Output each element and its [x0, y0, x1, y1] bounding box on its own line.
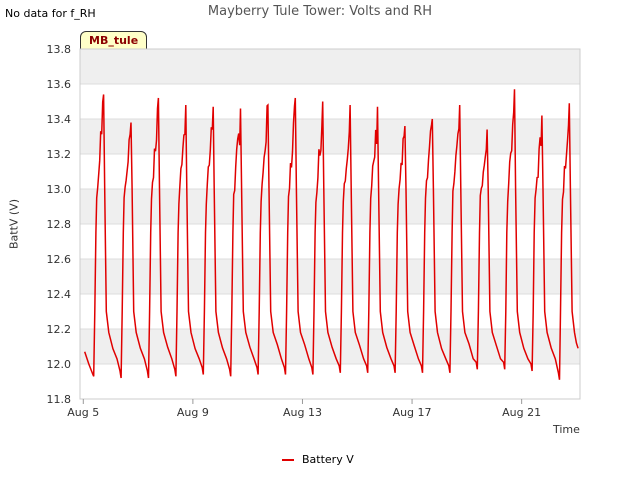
background-band: [80, 49, 580, 84]
y-tick-label: 13.6: [47, 78, 72, 91]
y-tick-label: 12.4: [47, 288, 72, 301]
y-tick-label: 13.2: [47, 148, 72, 161]
y-tick-label: 13.8: [47, 43, 72, 56]
legend-label: Battery V: [302, 453, 354, 466]
y-tick-label: 12.8: [47, 218, 72, 231]
background-band: [80, 189, 580, 224]
line-chart: 11.8 12.0 12.2 12.4 12.6 12.8 13.0 13.2 13.4 13.6…: [47, 43, 581, 419]
background-band: [80, 259, 580, 294]
x-tick-label: Aug 17: [393, 406, 432, 419]
y-tick-label: 12.0: [47, 358, 72, 371]
x-tick-label: Aug 5: [67, 406, 99, 419]
legend-swatch: [282, 458, 294, 461]
y-tick-label: 13.4: [47, 113, 72, 126]
y-tick-label: 12.2: [47, 323, 72, 336]
y-tick-label: 13.0: [47, 183, 72, 196]
y-tick-label: 11.8: [47, 393, 72, 406]
y-axis-ticks: 11.8 12.0 12.2 12.4 12.6 12.8 13.0 13.2 13.4 13.6…: [47, 43, 72, 406]
y-tick-label: 12.6: [47, 253, 72, 266]
legend: Battery V: [282, 453, 354, 466]
x-tick-label: Aug 21: [502, 406, 541, 419]
x-tick-label: Aug 9: [177, 406, 209, 419]
x-tick-label: Aug 13: [283, 406, 322, 419]
x-axis-ticks: Aug 5 Aug 9 Aug 13 Aug 17 Aug 21: [67, 399, 541, 419]
